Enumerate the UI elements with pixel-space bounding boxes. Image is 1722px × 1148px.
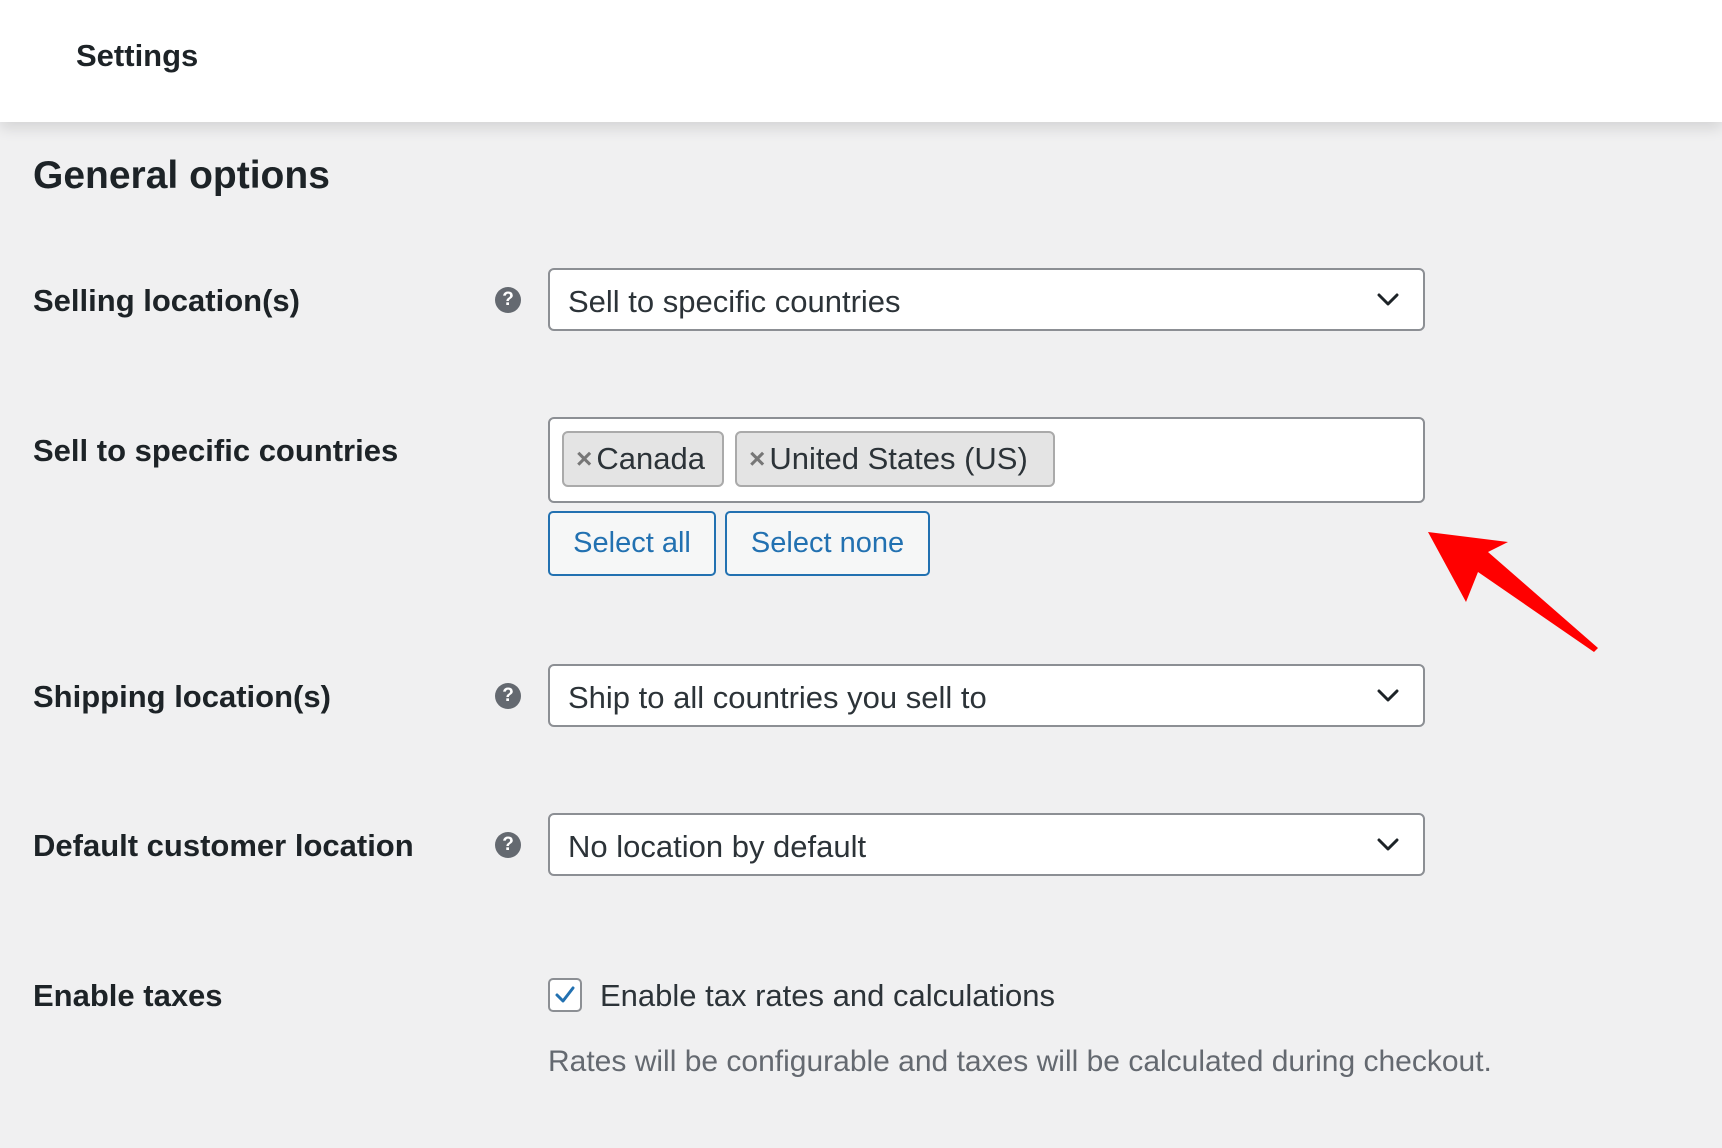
select-all-button[interactable]: Select all — [548, 511, 716, 576]
shipping-location-label: Shipping location(s) — [33, 679, 331, 714]
question-circle-icon[interactable]: ? — [495, 832, 521, 858]
default-customer-location-value: No location by default — [568, 829, 867, 864]
top-bar: Settings — [0, 0, 1722, 122]
enable-taxes-checkbox-label[interactable]: Enable tax rates and calculations — [600, 978, 1055, 1014]
shipping-location-value: Ship to all countries you sell to — [568, 680, 987, 715]
selling-location-label: Selling location(s) — [33, 283, 300, 318]
default-customer-location-select[interactable]: No location by default — [548, 813, 1425, 876]
default-customer-location-label: Default customer location — [33, 828, 414, 863]
checkmark-icon — [555, 986, 575, 1003]
country-tag-canada: × Canada — [562, 431, 724, 487]
question-circle-icon[interactable]: ? — [495, 683, 521, 709]
chevron-down-icon — [1377, 838, 1399, 851]
country-tag-label: United States (US) — [769, 441, 1028, 476]
selling-location-select[interactable]: Sell to specific countries — [548, 268, 1425, 331]
enable-taxes-description: Rates will be configurable and taxes wil… — [548, 1045, 1492, 1078]
enable-taxes-label: Enable taxes — [33, 978, 223, 1013]
specific-countries-label: Sell to specific countries — [33, 433, 399, 468]
select-none-button[interactable]: Select none — [725, 511, 930, 576]
chevron-down-icon — [1377, 689, 1399, 702]
remove-tag-icon[interactable]: × — [749, 443, 765, 475]
remove-tag-icon[interactable]: × — [576, 443, 592, 475]
selling-location-value: Sell to specific countries — [568, 284, 901, 319]
enable-taxes-checkbox[interactable] — [548, 978, 582, 1012]
page-title: Settings — [76, 38, 199, 73]
section-title: General options — [33, 154, 330, 197]
red-arrow-icon — [1428, 532, 1598, 652]
chevron-down-icon — [1377, 293, 1399, 306]
country-tag-label: Canada — [596, 441, 705, 476]
question-circle-icon[interactable]: ? — [495, 287, 521, 313]
specific-countries-multiselect[interactable]: × Canada × United States (US) — [548, 417, 1425, 503]
shipping-location-select[interactable]: Ship to all countries you sell to — [548, 664, 1425, 727]
country-tag-us: × United States (US) — [735, 431, 1055, 487]
